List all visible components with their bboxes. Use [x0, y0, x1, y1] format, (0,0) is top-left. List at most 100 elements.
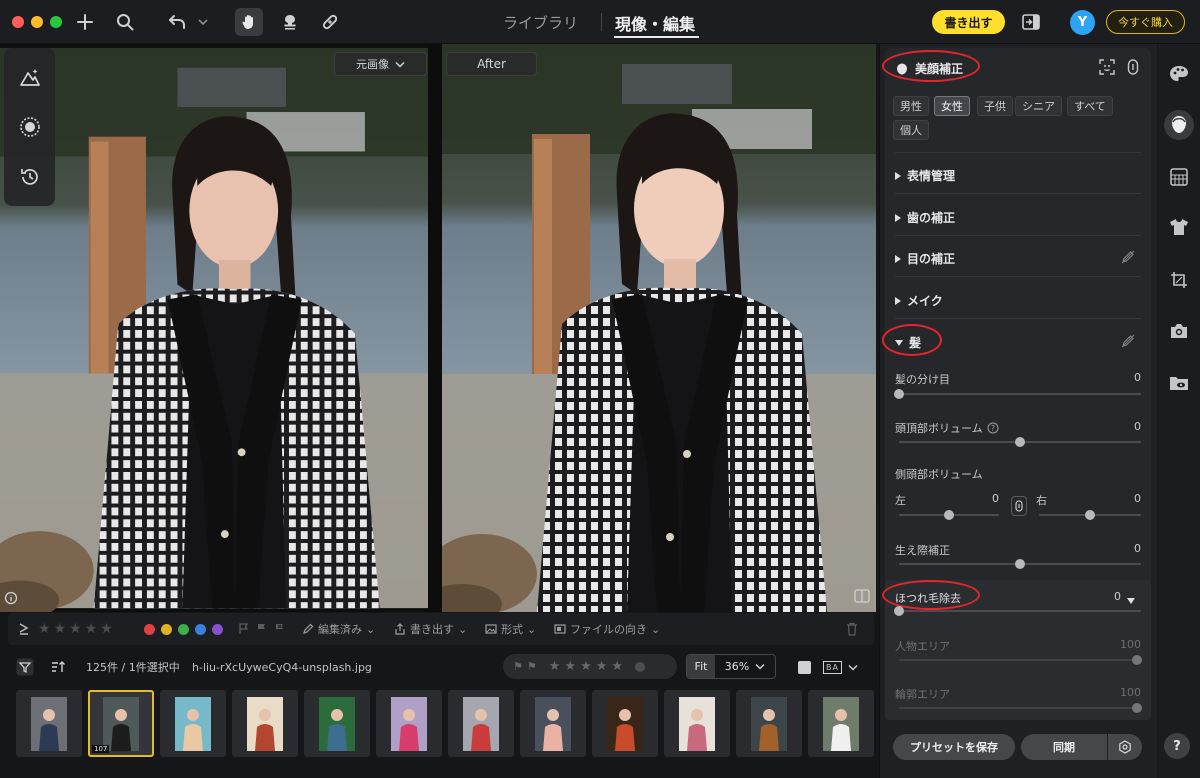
before-view-selector[interactable]: 元画像	[334, 52, 427, 76]
color-label-dot[interactable]	[195, 623, 206, 635]
export-button[interactable]: 書き出す	[932, 10, 1005, 34]
star-icon[interactable]: ★	[611, 659, 623, 674]
help-button[interactable]: ?	[1164, 733, 1190, 759]
filter-icon[interactable]	[16, 649, 34, 685]
eyes-edit-icon[interactable]	[1121, 250, 1135, 267]
before-photo[interactable]	[0, 44, 428, 612]
filmstrip-thumbnail[interactable]	[232, 690, 298, 757]
search-icon[interactable]	[114, 10, 136, 34]
format-filter[interactable]: 形式 ⌄	[485, 613, 536, 645]
color-label-dot[interactable]	[178, 623, 189, 635]
tab-library[interactable]: ライブラリ	[503, 12, 578, 33]
flag-pick-icon[interactable]	[256, 623, 268, 635]
filmstrip-thumbnail[interactable]	[376, 690, 442, 757]
close-window-button[interactable]	[12, 16, 24, 28]
slider-handle[interactable]	[1085, 510, 1095, 520]
compare-split-icon[interactable]	[854, 589, 870, 606]
flag-reject-icon[interactable]	[274, 623, 286, 635]
camera-icon[interactable]	[1166, 318, 1192, 344]
zoom-window-button[interactable]	[50, 16, 62, 28]
user-avatar[interactable]: Y	[1070, 10, 1095, 35]
star-icon[interactable]: ★	[38, 621, 51, 637]
hairline-slider[interactable]	[899, 559, 1141, 569]
filmstrip-thumbnail[interactable]	[520, 690, 586, 757]
color-label-dot[interactable]	[212, 623, 223, 635]
star-icon[interactable]: ★	[69, 621, 82, 637]
slider-handle[interactable]	[1132, 703, 1142, 713]
folder-view-icon[interactable]	[1166, 370, 1192, 396]
face-detect-icon[interactable]	[1099, 59, 1115, 78]
flag-reject-icon[interactable]: ⚑	[527, 660, 537, 673]
chip-2[interactable]: 子供	[977, 96, 1013, 116]
stamp-tool-icon[interactable]	[279, 10, 301, 34]
person-area-slider[interactable]	[899, 655, 1142, 665]
undo-history-chevron-icon[interactable]	[196, 10, 210, 34]
sync-settings-button[interactable]	[1108, 734, 1142, 760]
filmstrip-thumbnail[interactable]	[16, 690, 82, 757]
history-icon[interactable]	[17, 164, 43, 190]
star-icon[interactable]: ★	[100, 621, 113, 637]
filmstrip-thumbnail[interactable]	[808, 690, 874, 757]
filmstrip-thumbnail[interactable]: 107	[88, 690, 154, 757]
slider-handle[interactable]	[1132, 655, 1142, 665]
side-volume-right-slider[interactable]	[1039, 510, 1141, 520]
slider-handle[interactable]	[1015, 559, 1025, 569]
chip-3[interactable]: シニア	[1015, 96, 1062, 116]
selected-rating-pill[interactable]: ⚑ ⚑ ★ ★ ★ ★ ★	[503, 654, 677, 679]
color-label-dot[interactable]	[161, 623, 172, 635]
filmstrip-thumbnail[interactable]	[304, 690, 370, 757]
flag-icon[interactable]: ⚑	[513, 660, 523, 673]
filmstrip-thumbnail[interactable]	[160, 690, 226, 757]
hair-parting-slider[interactable]	[894, 389, 1141, 399]
eyes-section-header[interactable]: 目の補正	[895, 250, 955, 267]
trash-icon[interactable]	[846, 613, 858, 645]
star-icon[interactable]: ★	[549, 659, 561, 674]
chip-5[interactable]: 個人	[893, 120, 929, 140]
orientation-filter[interactable]: ファイルの向き ⌄	[554, 613, 660, 645]
star-icon[interactable]: ★	[564, 659, 576, 674]
chip-4[interactable]: すべて	[1067, 96, 1113, 116]
before-after-toggle[interactable]: BA	[823, 649, 858, 685]
expression-section-header[interactable]: 表情管理	[895, 167, 955, 184]
help-icon[interactable]: ?	[987, 422, 999, 434]
slider-handle[interactable]	[944, 510, 954, 520]
auto-adjust-icon[interactable]	[17, 64, 43, 90]
flag-icon[interactable]	[238, 623, 250, 635]
zoom-dropdown[interactable]: 36%	[715, 660, 775, 673]
after-photo[interactable]	[442, 44, 876, 612]
rating-filter-icon[interactable]	[18, 613, 30, 645]
filmstrip-thumbnail[interactable]	[592, 690, 658, 757]
color-labels[interactable]	[144, 613, 223, 645]
flag-icons[interactable]	[238, 613, 286, 645]
panel-toggle-icon[interactable]	[1020, 10, 1042, 34]
star-icon[interactable]: ★	[54, 621, 67, 637]
hand-tool-icon[interactable]	[235, 8, 263, 36]
color-label-dot[interactable]	[144, 623, 155, 635]
save-preset-button[interactable]: プリセットを保存	[893, 734, 1015, 760]
add-icon[interactable]	[74, 10, 96, 34]
star-icon[interactable]: ★	[85, 621, 98, 637]
texture-grid-icon[interactable]	[1166, 164, 1192, 190]
undo-icon[interactable]	[166, 10, 190, 34]
link-toggle-icon[interactable]	[1127, 59, 1139, 78]
info-icon[interactable]	[4, 591, 18, 608]
tab-develop[interactable]: 現像・編集	[615, 11, 695, 35]
mask-icon[interactable]	[17, 114, 43, 140]
crop-icon[interactable]	[1166, 267, 1192, 293]
star-icon[interactable]: ★	[596, 659, 608, 674]
crown-volume-slider[interactable]	[899, 437, 1141, 447]
slider-handle[interactable]	[894, 606, 904, 616]
zoom-fit-button[interactable]: Fit	[687, 655, 715, 678]
filmstrip-thumbnail[interactable]	[736, 690, 802, 757]
hair-edit-icon[interactable]	[1121, 334, 1135, 351]
single-view-icon[interactable]	[798, 649, 811, 685]
slider-handle[interactable]	[894, 389, 904, 399]
side-volume-left-slider[interactable]	[899, 510, 999, 520]
chip-0[interactable]: 男性	[893, 96, 929, 116]
body-shirt-icon[interactable]	[1166, 214, 1192, 240]
makeup-section-header[interactable]: メイク	[895, 292, 943, 309]
star-rating[interactable]: ★ ★ ★ ★ ★	[38, 613, 113, 645]
healing-bandage-icon[interactable]	[319, 10, 341, 34]
teeth-section-header[interactable]: 歯の補正	[895, 209, 955, 226]
star-icon[interactable]: ★	[580, 659, 592, 674]
